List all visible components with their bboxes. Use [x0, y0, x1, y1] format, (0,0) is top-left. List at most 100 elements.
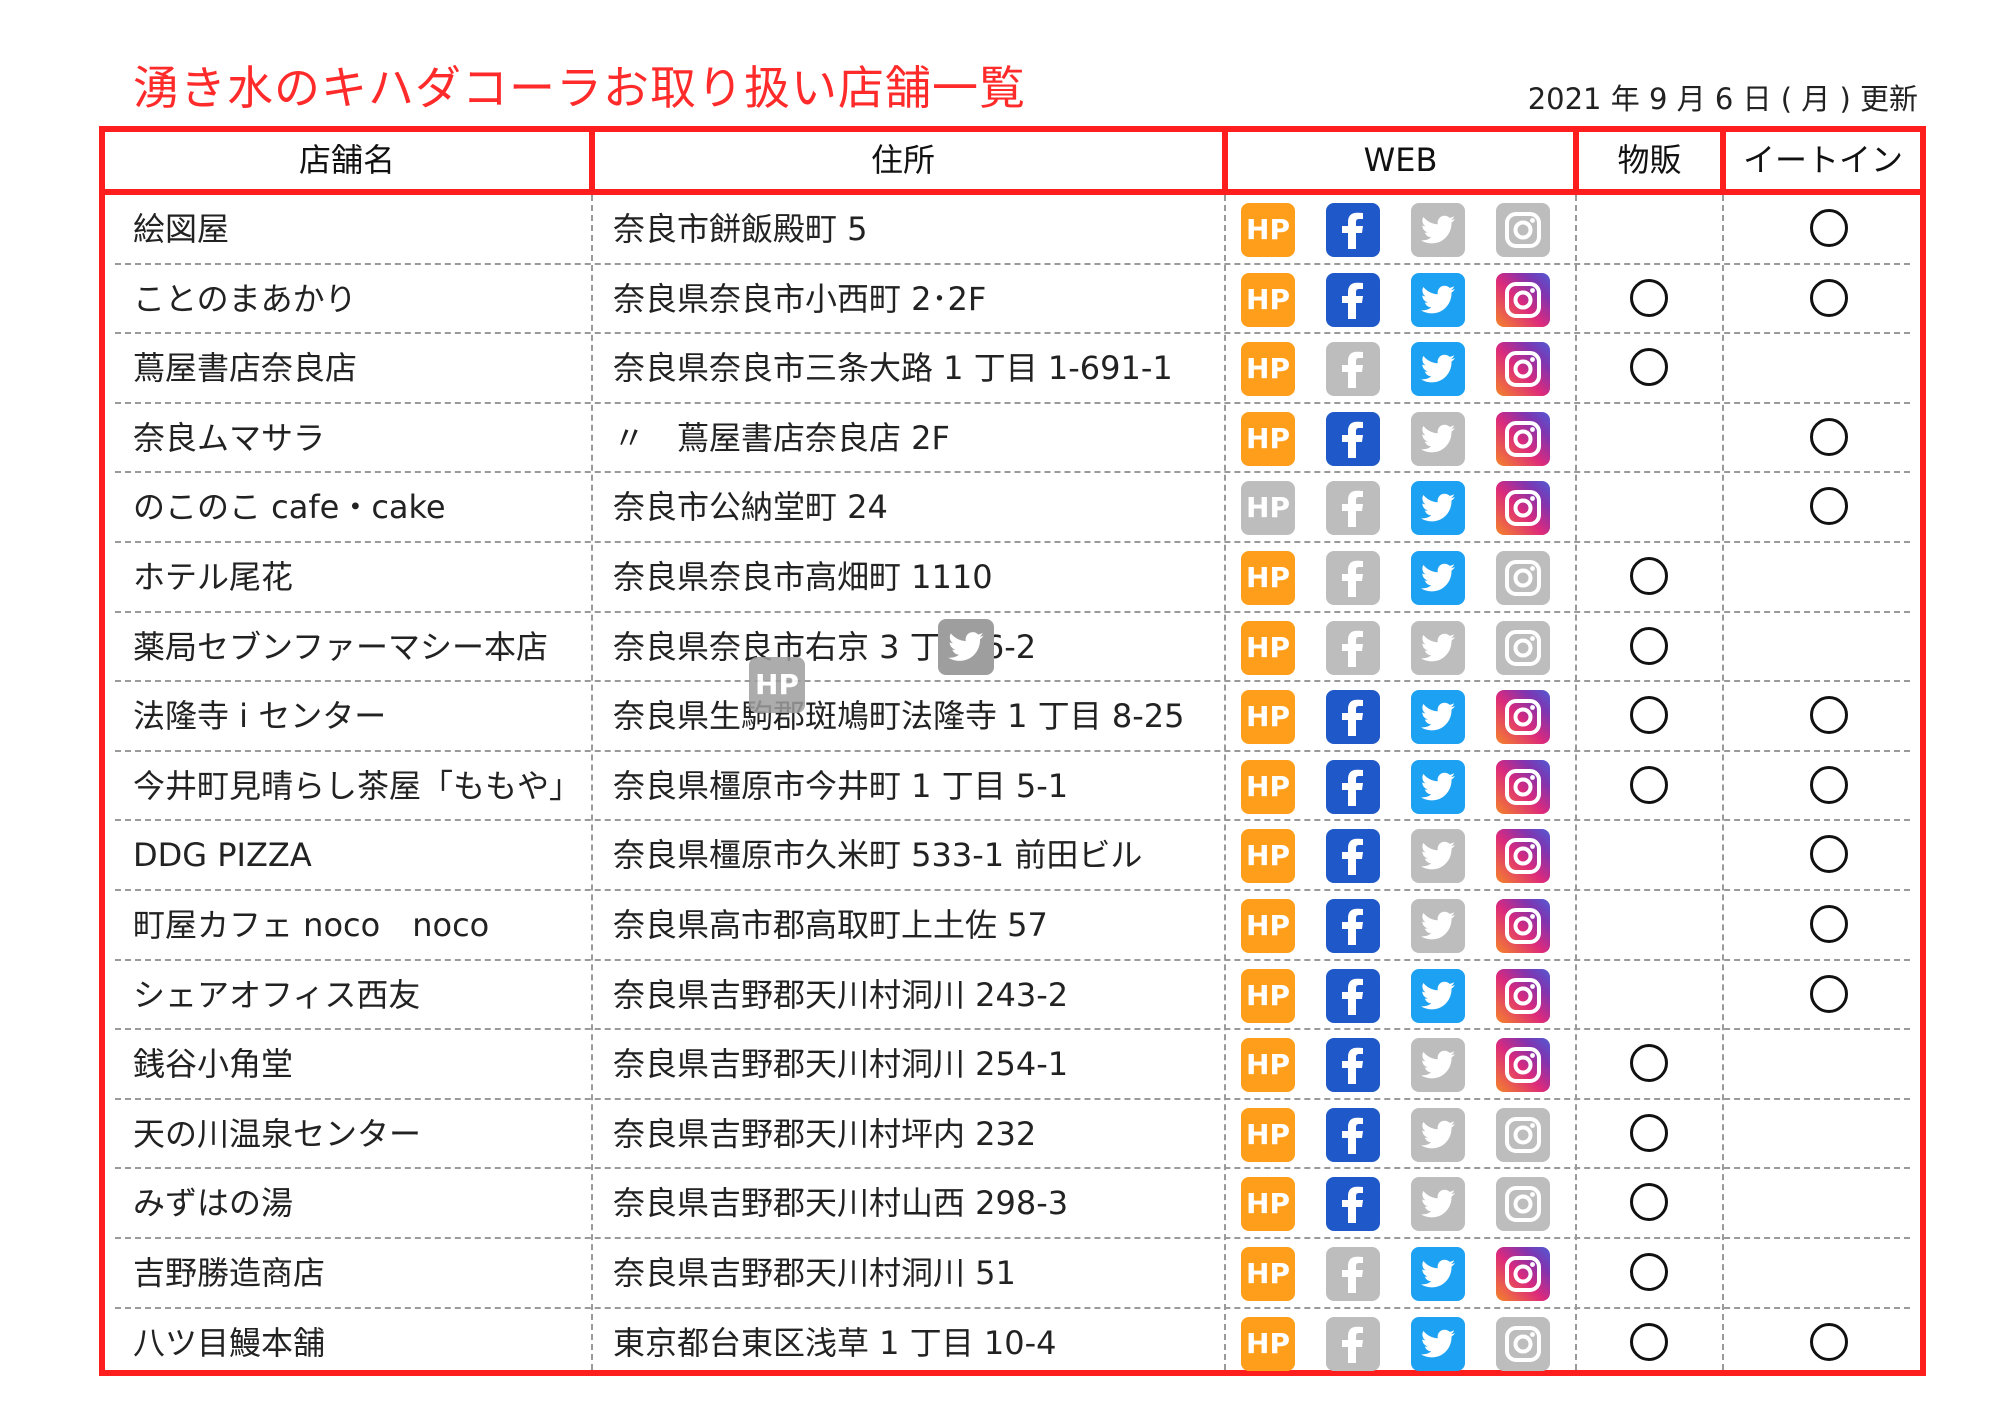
instagram-icon[interactable] — [1496, 759, 1550, 814]
facebook-icon[interactable] — [1326, 759, 1380, 814]
facebook-icon — [1326, 551, 1380, 605]
instagram-icon[interactable] — [1496, 899, 1550, 953]
store-name: 法隆寺 i センター — [133, 697, 387, 736]
hp-icon[interactable]: HP — [1241, 411, 1295, 466]
eat-in-available-mark — [1810, 835, 1848, 874]
store-address: 奈良県奈良市三条大路 1 丁目 1-691-1 — [613, 349, 1173, 388]
facebook-icon[interactable] — [1326, 690, 1380, 745]
store-address: 奈良県吉野郡天川村洞川 243-2 — [613, 975, 1069, 1014]
facebook-icon — [1326, 342, 1380, 397]
eat-in-available-mark — [1810, 696, 1848, 735]
store-name: のこのこ cafe・cake — [133, 488, 446, 527]
store-name: 銭谷小角堂 — [133, 1045, 294, 1084]
twitter-icon — [1411, 203, 1465, 257]
twitter-icon[interactable] — [1411, 481, 1465, 536]
store-address: 奈良県吉野郡天川村洞川 254-1 — [613, 1045, 1069, 1084]
hp-icon[interactable]: HP — [1241, 620, 1295, 675]
facebook-icon[interactable] — [1326, 203, 1380, 257]
hp-icon[interactable]: HP — [1241, 968, 1295, 1023]
facebook-icon — [1326, 620, 1380, 675]
eat-in-available-mark — [1810, 1322, 1848, 1361]
store-address: 奈良県吉野郡天川村洞川 51 — [613, 1254, 1016, 1292]
store-name: DDG PIZZA — [133, 836, 312, 875]
hp-icon[interactable]: HP — [1241, 272, 1295, 327]
instagram-icon[interactable] — [1496, 829, 1550, 884]
table-row: 今井町見晴らし茶屋「ももや」 奈良県橿原市今井町 1 丁目 5-1 HP — [105, 752, 1920, 822]
hp-icon[interactable]: HP — [1241, 1247, 1295, 1301]
instagram-icon[interactable] — [1496, 1038, 1550, 1093]
column-header-address: 住所 — [870, 141, 935, 179]
twitter-icon[interactable] — [1411, 1247, 1465, 1301]
store-address: 奈良県橿原市今井町 1 丁目 5-1 — [613, 766, 1069, 805]
table-row: DDG PIZZA 奈良県橿原市久米町 533-1 前田ビル HP — [105, 821, 1920, 891]
table-header: 店舗名 住所 WEB 物販 イートイン — [105, 132, 1920, 195]
hp-icon[interactable]: HP — [1241, 1038, 1295, 1093]
eat-in-available-mark — [1810, 905, 1848, 943]
eat-in-available-mark — [1810, 487, 1848, 526]
table-row: 絵図屋 奈良市餅飯殿町 5 HP — [105, 195, 1920, 265]
facebook-icon[interactable] — [1326, 829, 1380, 884]
retail-available-mark — [1630, 1044, 1668, 1083]
retail-available-mark — [1630, 1183, 1668, 1222]
store-table: 店舗名 住所 WEB 物販 イートイン 絵図屋 奈良市餅飯殿町 5 HP ことのまあか… — [99, 126, 1926, 1376]
instagram-icon[interactable] — [1496, 690, 1550, 745]
twitter-icon[interactable] — [1411, 1316, 1465, 1371]
hp-icon[interactable]: HP — [1241, 829, 1295, 884]
store-address: 奈良県奈良市小西町 2･2F — [613, 279, 987, 318]
instagram-icon[interactable] — [1496, 968, 1550, 1023]
hp-icon[interactable]: HP — [1241, 690, 1295, 745]
instagram-icon[interactable] — [1496, 481, 1550, 536]
hp-icon: HP — [1241, 481, 1295, 536]
store-name: 吉野勝造商店 — [133, 1254, 326, 1292]
retail-available-mark — [1630, 696, 1668, 735]
facebook-icon[interactable] — [1326, 411, 1380, 466]
instagram-icon[interactable] — [1496, 411, 1550, 466]
table-row: 町屋カフェ noco noco 奈良県高市郡高取町上土佐 57 HP — [105, 891, 1920, 961]
hp-icon[interactable]: HP — [1241, 759, 1295, 814]
twitter-icon[interactable] — [1411, 272, 1465, 327]
instagram-icon[interactable] — [1496, 342, 1550, 397]
facebook-icon[interactable] — [1326, 968, 1380, 1023]
eat-in-available-mark — [1810, 974, 1848, 1013]
column-header-eat-in: イートイン — [1742, 141, 1903, 179]
twitter-icon — [1411, 899, 1465, 953]
table-row: みずはの湯 奈良県吉野郡天川村山西 298-3 HP — [105, 1169, 1920, 1239]
facebook-icon[interactable] — [1326, 272, 1380, 327]
store-address: 奈良県奈良市高畑町 1110 — [613, 558, 993, 596]
table-row: 法隆寺 i センター 奈良県生駒郡斑鳩町法隆寺 1 丁目 8-25 HP — [105, 682, 1920, 752]
facebook-icon[interactable] — [1326, 899, 1380, 953]
facebook-icon[interactable] — [1326, 1177, 1380, 1232]
store-address: 奈良県吉野郡天川村坪内 232 — [613, 1114, 1037, 1153]
instagram-icon[interactable] — [1496, 272, 1550, 327]
retail-available-mark — [1630, 1253, 1668, 1291]
twitter-icon — [1411, 1107, 1465, 1162]
hp-icon[interactable]: HP — [1241, 1107, 1295, 1162]
facebook-icon[interactable] — [1326, 1038, 1380, 1093]
twitter-icon[interactable] — [1411, 968, 1465, 1023]
facebook-icon — [1326, 1316, 1380, 1371]
hp-icon[interactable]: HP — [1241, 203, 1295, 257]
facebook-icon[interactable] — [1326, 1107, 1380, 1162]
table-row: 薬局セブンファーマシー本店 奈良県奈良市右京 3 丁目 6-2 HP — [105, 613, 1920, 683]
eat-in-available-mark — [1810, 278, 1848, 317]
hp-icon[interactable]: HP — [1241, 899, 1295, 953]
eat-in-available-mark — [1810, 209, 1848, 247]
column-header-retail: 物販 — [1617, 141, 1682, 179]
hp-icon[interactable]: HP — [1241, 551, 1295, 605]
store-name: 薬局セブンファーマシー本店 — [133, 627, 549, 666]
twitter-icon[interactable] — [1411, 690, 1465, 745]
hp-icon[interactable]: HP — [1241, 1316, 1295, 1371]
retail-available-mark — [1630, 626, 1668, 665]
twitter-icon[interactable] — [1411, 342, 1465, 397]
hp-icon[interactable]: HP — [1241, 342, 1295, 397]
store-name: 天の川温泉センター — [133, 1114, 422, 1153]
store-name: みずはの湯 — [133, 1184, 294, 1223]
store-name: 絵図屋 — [133, 210, 230, 248]
retail-available-mark — [1630, 278, 1668, 317]
twitter-icon[interactable] — [1411, 759, 1465, 814]
hp-icon[interactable]: HP — [1241, 1177, 1295, 1232]
twitter-icon — [1411, 411, 1465, 466]
twitter-icon[interactable] — [1411, 551, 1465, 605]
instagram-icon[interactable] — [1496, 1247, 1550, 1301]
instagram-icon — [1496, 551, 1550, 605]
